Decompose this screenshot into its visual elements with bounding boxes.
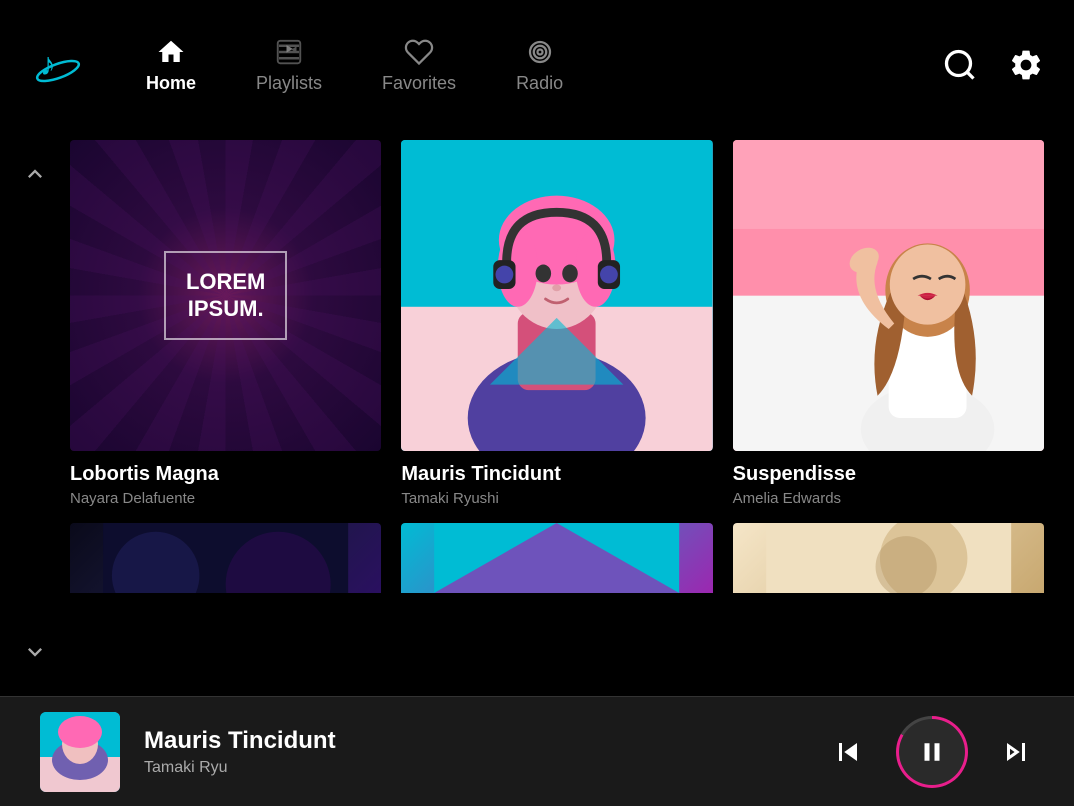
scroll-down-button[interactable]: [21, 638, 49, 666]
card-subtitle-lobortis: Nayara Delafuente: [70, 490, 381, 507]
player-controls: [830, 716, 1034, 788]
lorem-box: LOREM IPSUM.: [164, 251, 287, 340]
card-lobortis[interactable]: LOREM IPSUM. Lobortis Magna Nayara Delaf…: [70, 140, 381, 507]
app-logo[interactable]: ♪: [30, 37, 86, 93]
nav-favorites[interactable]: Favorites: [382, 37, 456, 94]
nav-actions: [942, 47, 1044, 83]
settings-button[interactable]: [1008, 47, 1044, 83]
card-partial-3[interactable]: [733, 523, 1044, 593]
thumb-mauris-art: [401, 140, 712, 451]
lorem-line1: LOREM: [186, 269, 265, 295]
nav-radio[interactable]: Radio: [516, 37, 563, 94]
music-grid: LOREM IPSUM. Lobortis Magna Nayara Delaf…: [70, 130, 1074, 696]
search-button[interactable]: [942, 47, 978, 83]
nav-home[interactable]: Home: [146, 37, 196, 94]
card-thumb-mauris: [401, 140, 712, 451]
player-bar: Mauris Tincidunt Tamaki Ryu: [0, 696, 1074, 806]
player-title: Mauris Tincidunt: [144, 727, 830, 755]
grid-row-2: [70, 523, 1044, 593]
card-suspendisse[interactable]: Suspendisse Amelia Edwards: [733, 140, 1044, 507]
partial-thumb-1: [70, 523, 381, 593]
pause-button[interactable]: [896, 716, 968, 788]
player-info: Mauris Tincidunt Tamaki Ryu: [144, 727, 830, 777]
nav-items: Home Playlists Favorites Radio: [146, 37, 942, 94]
svg-text:♪: ♪: [40, 46, 56, 82]
main-content: LOREM IPSUM. Lobortis Magna Nayara Delaf…: [0, 130, 1074, 696]
nav-playlists[interactable]: Playlists: [256, 37, 322, 94]
player-thumbnail: [40, 712, 120, 792]
card-title-lobortis: Lobortis Magna: [70, 463, 381, 486]
card-partial-2[interactable]: [401, 523, 712, 593]
navbar: ♪ Home Playlists Favorites Radio: [0, 0, 1074, 130]
partial-thumb-2: [401, 523, 712, 593]
lorem-line2: IPSUM.: [186, 296, 265, 322]
grid-row-1: LOREM IPSUM. Lobortis Magna Nayara Delaf…: [70, 140, 1044, 507]
card-subtitle-suspendisse: Amelia Edwards: [733, 490, 1044, 507]
scroll-arrows: [0, 130, 70, 696]
partial-thumb-3: [733, 523, 1044, 593]
card-title-mauris: Mauris Tincidunt: [401, 463, 712, 486]
next-button[interactable]: [998, 734, 1034, 770]
thumb-lorem-ipsum: LOREM IPSUM.: [70, 140, 381, 451]
thumb-suspendisse-art: [733, 140, 1044, 451]
prev-button[interactable]: [830, 734, 866, 770]
card-subtitle-mauris: Tamaki Ryushi: [401, 490, 712, 507]
player-subtitle: Tamaki Ryu: [144, 759, 830, 777]
card-partial-1[interactable]: [70, 523, 381, 593]
scroll-up-button[interactable]: [21, 160, 49, 188]
card-thumb-lobortis: LOREM IPSUM.: [70, 140, 381, 451]
card-mauris[interactable]: Mauris Tincidunt Tamaki Ryushi: [401, 140, 712, 507]
card-title-suspendisse: Suspendisse: [733, 463, 1044, 486]
card-thumb-suspendisse: [733, 140, 1044, 451]
